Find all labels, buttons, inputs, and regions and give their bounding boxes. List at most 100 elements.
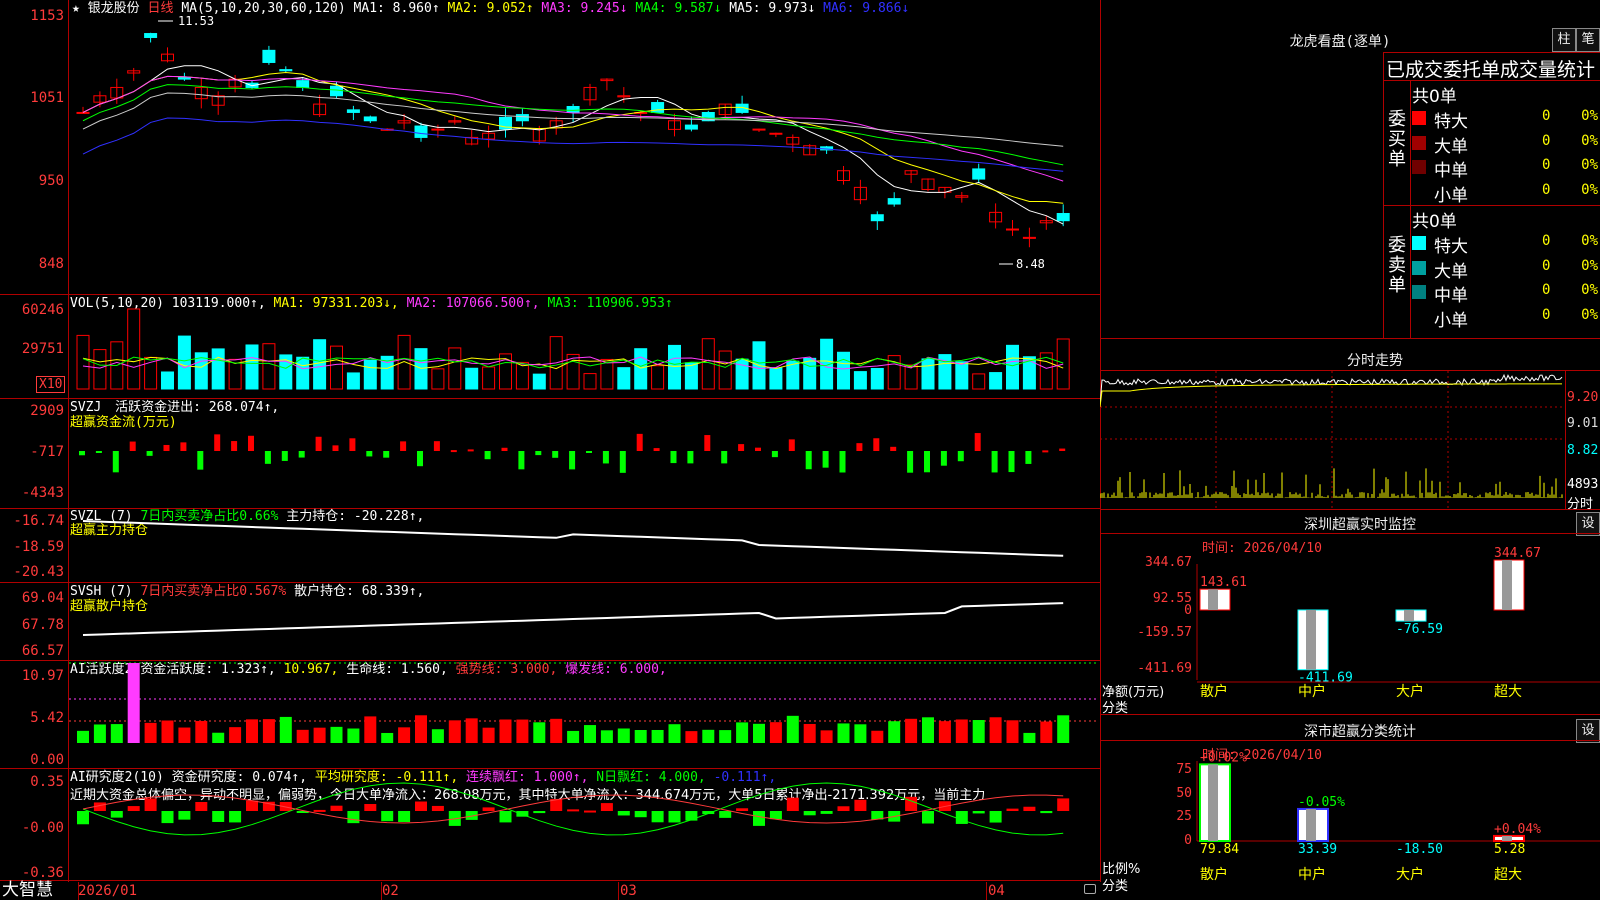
volume-bar xyxy=(448,347,462,390)
flow-bar xyxy=(586,451,592,453)
research-bar xyxy=(1040,811,1053,814)
category-ratio-bar-chart[interactable]: 75 50 25 0 +0.02% 79.84 散户 -0.05% 33.39 中户 -18.50 大… xyxy=(1100,741,1600,900)
research-bar xyxy=(955,811,968,824)
price-axis-label: 1051 xyxy=(30,90,64,106)
sell-orders-label: 委卖单 xyxy=(1388,235,1406,296)
lock-icon[interactable] xyxy=(1084,884,1096,894)
order-size-row: 小单 0 0% xyxy=(1412,180,1598,206)
research-bar xyxy=(989,811,1002,823)
activity-bar xyxy=(313,727,326,743)
research-bar xyxy=(651,811,664,823)
flow-bar xyxy=(569,451,576,470)
fund-flow-chart[interactable] xyxy=(69,399,1099,507)
order-count: 0 xyxy=(1542,181,1551,198)
category-bar-shade xyxy=(1208,764,1218,841)
activity-bar xyxy=(415,715,427,743)
intraday-chart[interactable] xyxy=(1100,371,1565,509)
activity-bar xyxy=(296,729,309,743)
candle xyxy=(752,128,766,131)
ma-line xyxy=(82,65,1064,225)
research-bar xyxy=(415,801,427,811)
volume-bar xyxy=(245,344,259,390)
order-stats-header: 已成交委托单成交量统计 xyxy=(1386,59,1596,81)
flow-bar xyxy=(1059,448,1066,451)
flow-bar xyxy=(924,451,930,473)
tick-view-button[interactable]: 笔 xyxy=(1576,28,1600,52)
volume-bar xyxy=(972,373,986,390)
axis-tick-label: 25 xyxy=(1176,809,1192,824)
research-bar xyxy=(110,811,123,818)
flow-bar xyxy=(417,451,423,467)
order-size-row: 特大 0 0% xyxy=(1412,231,1598,257)
research-bar xyxy=(431,805,444,811)
activity-bar xyxy=(1006,720,1019,743)
retail-position-chart[interactable] xyxy=(69,583,1099,659)
volume-bar xyxy=(76,334,90,390)
volume-bar xyxy=(870,367,884,390)
low-price-marker: 8.48 xyxy=(1016,257,1045,271)
activity-bar xyxy=(600,730,613,743)
ai2-axis-label: 0.35 xyxy=(30,774,64,790)
candlestick-chart[interactable]: 11.53 8.48 xyxy=(69,0,1099,293)
volume-bar xyxy=(313,339,327,390)
color-swatch xyxy=(1412,111,1426,125)
order-percent: 0% xyxy=(1581,181,1598,198)
category-label: 中户 xyxy=(1298,866,1326,883)
flow-bar xyxy=(653,448,660,451)
activity-bar xyxy=(989,717,1002,743)
activity-bar xyxy=(634,730,647,743)
research-bar xyxy=(347,811,360,824)
flow-bar xyxy=(738,444,745,451)
activity-bar xyxy=(212,732,225,743)
indicator-line xyxy=(82,520,1064,557)
main-position-chart[interactable] xyxy=(69,509,1099,581)
order-size-row: 大单 0 0% xyxy=(1412,131,1598,157)
order-count: 0 xyxy=(1542,257,1551,274)
candle xyxy=(769,132,783,135)
vol-multiplier: X10 xyxy=(36,376,66,393)
volume-bar xyxy=(735,358,749,390)
candle xyxy=(870,214,884,222)
activity-bar xyxy=(617,728,630,743)
flow-bar xyxy=(839,451,846,473)
flow-bar xyxy=(974,433,981,451)
svzl-axis-label: -16.74 xyxy=(13,513,64,529)
ratio-value-label: 79.84 xyxy=(1200,842,1239,857)
ai-research-chart[interactable] xyxy=(69,769,1099,879)
order-size-row: 特大 0 0% xyxy=(1412,106,1598,132)
order-size-name: 中单 xyxy=(1434,161,1468,181)
order-size-row: 中单 0 0% xyxy=(1412,280,1598,306)
activity-bar xyxy=(364,716,377,743)
color-swatch xyxy=(1412,285,1426,299)
color-swatch xyxy=(1412,236,1426,250)
candle xyxy=(414,125,428,138)
color-swatch xyxy=(1412,260,1426,275)
activity-bar xyxy=(381,732,394,743)
research-bar xyxy=(1057,798,1070,811)
flow-bar xyxy=(315,436,322,451)
volume-bar xyxy=(177,335,191,390)
volume-bar xyxy=(346,372,360,390)
activity-bar xyxy=(736,722,749,743)
activity-bar xyxy=(685,731,698,743)
color-swatch xyxy=(1412,309,1426,324)
monitor-title: 深圳超赢实时监控 xyxy=(1304,517,1416,533)
flow-bar xyxy=(95,451,102,453)
research-bar xyxy=(634,811,647,818)
order-count: 0 xyxy=(1542,282,1551,298)
ai-activity-chart[interactable] xyxy=(69,661,1099,767)
volume-chart[interactable] xyxy=(69,295,1099,397)
color-swatch xyxy=(1412,184,1426,199)
activity-bar xyxy=(1023,732,1036,743)
net-flow-bar-chart[interactable]: 344.6792.550-159.57-411.69143.61散户-411.6… xyxy=(1100,534,1600,714)
research-bar xyxy=(668,811,681,823)
intraday-volume-label: 4893 xyxy=(1567,477,1599,492)
activity-bar xyxy=(567,730,580,743)
category-bar-shade xyxy=(1306,610,1316,670)
research-bar xyxy=(144,798,157,811)
ratio-change-label: -0.05% xyxy=(1298,795,1345,810)
svzl-axis-label: -18.59 xyxy=(13,539,64,555)
bar-view-button[interactable]: 柱 xyxy=(1552,28,1576,52)
candle xyxy=(887,198,901,205)
activity-bar xyxy=(347,728,360,743)
